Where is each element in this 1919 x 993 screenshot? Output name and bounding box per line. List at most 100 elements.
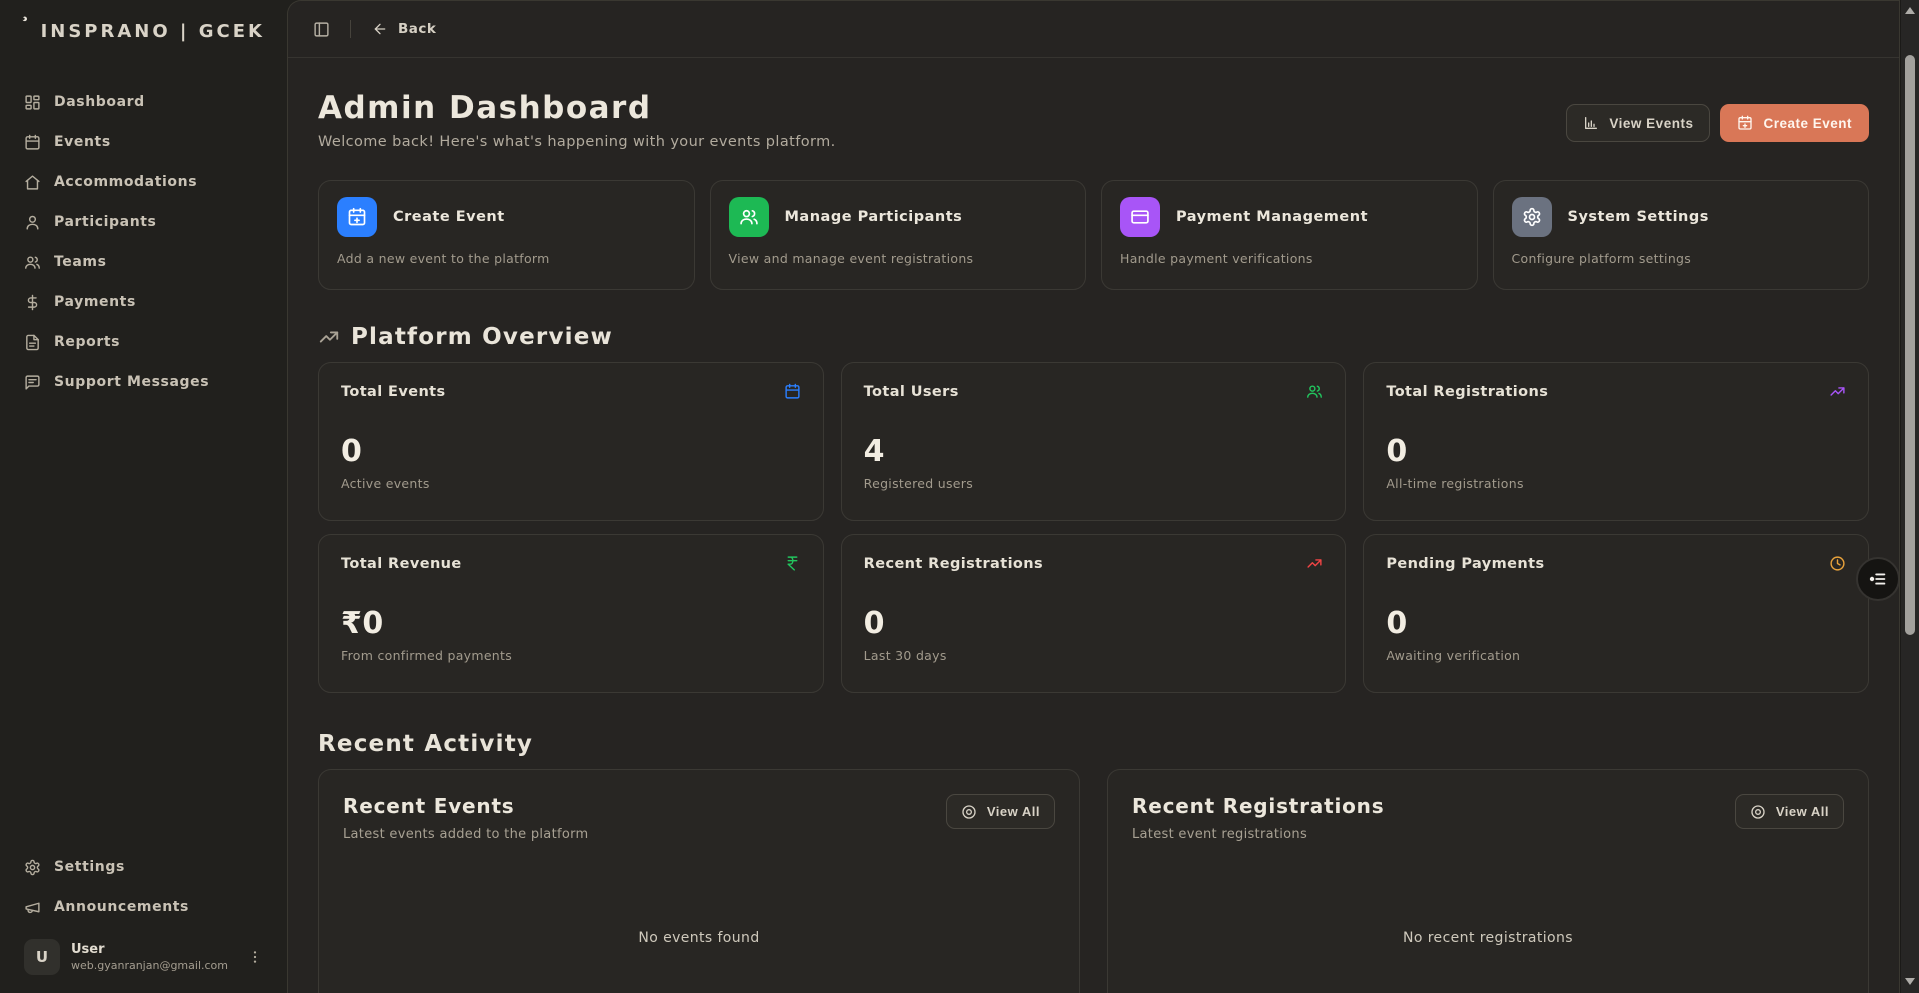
panel-subtitle: Latest events added to the platform [343,827,588,842]
quick-card-title: Payment Management [1176,209,1368,225]
scrollbar-down-arrow[interactable] [1901,973,1919,989]
sidebar-item-payments[interactable]: Payments [14,286,273,318]
users-icon [24,254,41,271]
empty-state-message: No events found [343,930,1055,946]
sidebar-item-announcements[interactable]: Announcements [14,891,273,923]
users-icon [729,197,769,237]
quick-card-create-event[interactable]: Create Event Add a new event to the plat… [318,180,695,290]
create-event-button[interactable]: Create Event [1720,104,1869,142]
sidebar-item-settings[interactable]: Settings [14,851,273,883]
calendar-plus-icon [1737,115,1753,131]
gear-icon [1512,197,1552,237]
stat-value: 4 [864,434,1324,469]
arrow-left-icon [372,21,388,37]
topbar-divider [350,20,351,38]
page-header-text: Admin Dashboard Welcome back! Here's wha… [318,90,836,150]
stat-subtitle: From confirmed payments [341,648,801,663]
quick-card-system-settings[interactable]: System Settings Configure platform setti… [1493,180,1870,290]
sidebar-item-accommodations[interactable]: Accommodations [14,166,273,198]
trending-up-icon [1306,555,1323,572]
header-actions: View Events Create Event [1566,104,1869,142]
sidebar-item-participants[interactable]: Participants [14,206,273,238]
page-title: Admin Dashboard [318,90,836,126]
sidebar-item-support-messages[interactable]: Support Messages [14,366,273,398]
view-all-registrations-button[interactable]: View All [1735,794,1844,829]
create-event-label: Create Event [1763,116,1852,131]
quick-card-payment-management[interactable]: Payment Management Handle payment verifi… [1101,180,1478,290]
stat-subtitle: All-time registrations [1386,476,1846,491]
view-events-button[interactable]: View Events [1566,104,1710,142]
stat-subtitle: Active events [341,476,801,491]
user-email: web.gyanranjan@gmail.com [71,959,236,972]
stat-card-recent-registrations: Recent Registrations 0 Last 30 days [841,534,1347,693]
stat-subtitle: Last 30 days [864,648,1324,663]
topbar: Back [288,1,1899,58]
quick-card-description: Handle payment verifications [1120,251,1459,266]
main-panel: Back Admin Dashboard Welcome back! Here'… [287,0,1900,993]
avatar: U [24,939,60,975]
quick-card-title: Manage Participants [785,209,963,225]
sidebar-item-label: Settings [54,859,125,875]
brand: INSPRANO | GCEK [0,0,287,60]
stat-card-total-registrations: Total Registrations 0 All-time registrat… [1363,362,1869,521]
devtools-floating-button[interactable] [1856,557,1900,601]
recent-activity-title: Recent Activity [318,731,1869,757]
stat-title: Total Users [864,384,959,400]
more-vertical-icon[interactable] [247,949,263,965]
back-label: Back [398,21,436,37]
calendar-icon [784,383,801,400]
user-name: User [71,942,236,957]
user-menu[interactable]: U User web.gyanranjan@gmail.com [14,931,273,983]
brand-logo-fish-icon [22,16,28,46]
panel-left-icon [313,21,330,38]
sidebar-item-dashboard[interactable]: Dashboard [14,86,273,118]
stat-value: 0 [1386,606,1846,641]
sidebar-item-label: Reports [54,334,120,350]
quick-card-title: System Settings [1568,209,1709,225]
home-icon [24,174,41,191]
sidebar-item-label: Announcements [54,899,189,915]
recent-activity-grid: Recent Events Latest events added to the… [318,769,1869,993]
stat-value: 0 [864,606,1324,641]
trending-up-icon [318,326,340,348]
panel-title: Recent Registrations [1132,794,1384,818]
sidebar-footer: Settings Announcements U User web.gyanra… [0,851,287,993]
calendar-icon [24,134,41,151]
back-button[interactable]: Back [366,17,442,41]
platform-overview-title: Platform Overview [351,324,613,350]
recent-events-panel: Recent Events Latest events added to the… [318,769,1080,993]
clock-icon [1829,555,1846,572]
view-all-events-button[interactable]: View All [946,794,1055,829]
stat-subtitle: Registered users [864,476,1324,491]
user-meta: User web.gyanranjan@gmail.com [71,942,236,972]
page-header: Admin Dashboard Welcome back! Here's wha… [318,90,1869,150]
quick-card-title: Create Event [393,209,505,225]
view-events-label: View Events [1609,116,1693,131]
stat-card-total-users: Total Users 4 Registered users [841,362,1347,521]
brand-name: INSPRANO | GCEK [41,21,265,42]
recent-registrations-panel: Recent Registrations Latest event regist… [1107,769,1869,993]
file-text-icon [24,334,41,351]
sidebar-item-label: Support Messages [54,374,209,390]
vertical-scrollbar[interactable] [1900,0,1919,993]
stat-title: Total Revenue [341,556,462,572]
quick-card-description: Add a new event to the platform [337,251,676,266]
stat-title: Total Registrations [1386,384,1548,400]
megaphone-icon [24,899,41,916]
panel-title: Recent Events [343,794,588,818]
sidebar-item-teams[interactable]: Teams [14,246,273,278]
stat-value: 0 [341,434,801,469]
credit-card-icon [1120,197,1160,237]
scrollbar-up-arrow[interactable] [1901,2,1919,18]
platform-overview-heading: Platform Overview [318,324,1869,350]
sidebar-item-reports[interactable]: Reports [14,326,273,358]
scrollbar-thumb[interactable] [1905,55,1915,635]
eye-icon [1750,804,1766,820]
rupee-icon [784,555,801,572]
sidebar-toggle-button[interactable] [307,15,335,43]
list-settings-icon [1867,568,1889,590]
stat-title: Pending Payments [1386,556,1544,572]
bar-chart-icon [1583,115,1599,131]
sidebar-item-events[interactable]: Events [14,126,273,158]
quick-card-manage-participants[interactable]: Manage Participants View and manage even… [710,180,1087,290]
